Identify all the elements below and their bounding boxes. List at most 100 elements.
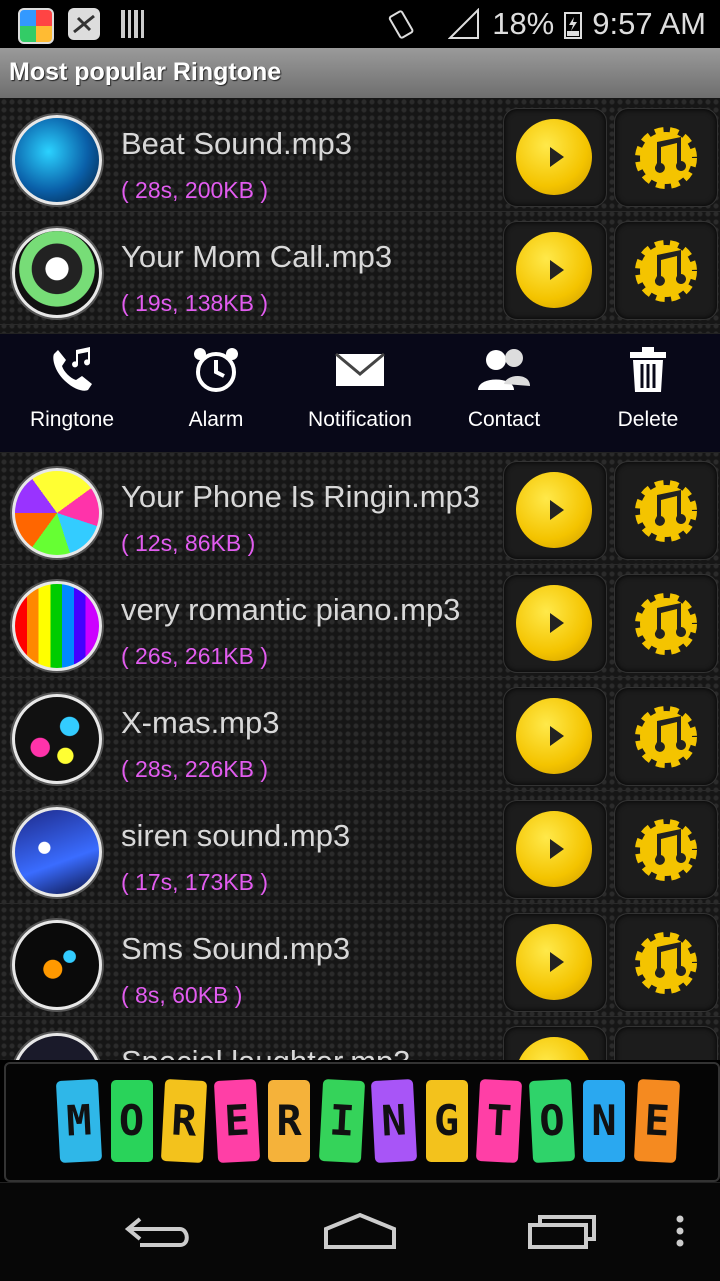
ringtone-info: ( 28s, 200KB ) [121,177,269,203]
ringtone-thumbnail [12,920,102,1010]
banner-letter: O [528,1078,575,1164]
banner-letter: R [160,1078,208,1164]
battery-percent: 18% [492,6,555,41]
ringtone-action-label: Ringtone [29,408,115,431]
music-gear-icon [635,593,697,655]
banner-letter: N [370,1078,418,1164]
play-icon [550,500,564,520]
alarm-action-button[interactable]: Alarm [144,334,288,452]
list-item[interactable]: Your Mom Call.mp3 ( 19s, 138KB ) [0,211,720,325]
contact-action-label: Contact [467,408,541,431]
music-gear-icon [635,706,697,768]
set-ringtone-button[interactable] [614,108,718,207]
play-icon [550,613,564,633]
banner-letter: O [110,1080,153,1162]
music-gear-icon [635,932,697,994]
title-bar: Most popular Ringtone [0,48,720,99]
status-right: 18% 9:57 AM [386,6,706,42]
music-gear-icon [635,819,697,881]
back-icon[interactable] [124,1211,196,1251]
set-ringtone-button[interactable] [614,461,718,560]
ringtone-info: ( 12s, 86KB ) [121,530,256,556]
ringtone-info: ( 19s, 138KB ) [121,290,269,316]
banner-letter: N [583,1080,625,1162]
banner-letter: R [268,1080,310,1162]
banner-letter: I [318,1078,365,1164]
ringtone-info: ( 17s, 173KB ) [121,869,269,895]
app-store-icon [18,8,54,44]
set-ringtone-button[interactable] [614,687,718,786]
clock: 9:57 AM [592,6,706,41]
contact-action-button[interactable]: Contact [432,334,576,452]
alarm-action-label: Alarm [188,408,244,431]
set-ringtone-button[interactable] [614,800,718,899]
banner-letter: M [55,1078,103,1164]
banner-letter: T [475,1078,523,1164]
overflow-menu-icon[interactable] [672,1211,688,1251]
banner-letter: E [213,1078,260,1164]
delete-action-label: Delete [617,408,679,431]
ringtone-name: Your Phone Is Ringin.mp3 [121,479,481,514]
status-bar: 18% 9:57 AM [0,0,720,48]
play-button[interactable] [503,687,607,786]
play-button[interactable] [503,461,607,560]
signal-icon [448,8,480,39]
play-icon [550,260,564,280]
ringtone-name: siren sound.mp3 [121,818,351,853]
set-ringtone-button[interactable] [614,221,718,320]
set-ringtone-button[interactable] [614,913,718,1012]
ringtone-thumbnail [12,115,102,205]
recent-apps-icon[interactable] [526,1211,598,1251]
list-item[interactable]: Special laughter.mp3 [0,1016,720,1060]
play-button[interactable] [503,221,607,320]
list-item[interactable]: X-mas.mp3 ( 28s, 226KB ) [0,677,720,791]
trash-icon [630,347,666,392]
envelope-icon [335,352,385,386]
list-item[interactable]: Your Phone Is Ringin.mp3 ( 12s, 86KB ) [0,451,720,565]
battery-icon [564,12,583,39]
notification-action-label: Notification [308,408,412,431]
music-gear-icon [635,240,697,302]
ringtone-name: Beat Sound.mp3 [121,126,352,161]
play-icon [550,147,564,167]
home-icon[interactable] [322,1211,398,1251]
ringtone-action-bar: Ringtone Alarm Notification Contact Dele… [0,333,720,453]
list-item[interactable]: Beat Sound.mp3 ( 28s, 200KB ) [0,98,720,212]
alarm-clock-icon [194,348,238,392]
play-button[interactable] [503,913,607,1012]
play-button[interactable] [503,800,607,899]
ringtone-thumbnail [12,228,102,318]
page-title: Most popular Ringtone [9,58,282,86]
ringtone-action-button[interactable]: Ringtone [0,334,144,452]
navigation-bar [0,1182,720,1281]
ringtone-list[interactable]: Beat Sound.mp3 ( 28s, 200KB ) Your Mom C… [0,98,720,1060]
notification-action-button[interactable]: Notification [288,334,432,452]
list-item[interactable]: Sms Sound.mp3 ( 8s, 60KB ) [0,903,720,1017]
ringtone-info: ( 8s, 60KB ) [121,982,243,1008]
phone-music-icon [53,347,92,391]
set-ringtone-button[interactable] [614,1026,718,1060]
vibrate-icon [389,10,414,39]
music-gear-icon [635,480,697,542]
ringtone-thumbnail [12,581,102,671]
ringtone-thumbnail [12,694,102,784]
ringtone-name: Your Mom Call.mp3 [121,239,393,274]
more-ringtone-banner[interactable]: MORERINGTONE [4,1062,720,1182]
banner-letter: E [633,1078,680,1164]
delete-action-button[interactable]: Delete [576,334,720,452]
ringtone-info: ( 28s, 226KB ) [121,756,269,782]
ringtone-thumbnail [12,807,102,897]
list-item[interactable]: siren sound.mp3 ( 17s, 173KB ) [0,790,720,904]
play-icon [550,839,564,859]
play-icon [550,952,564,972]
list-item[interactable]: very romantic piano.mp3 ( 26s, 261KB ) [0,564,720,678]
play-button[interactable] [503,574,607,673]
ringtone-name: Special laughter.mp3 [121,1044,411,1060]
play-button[interactable] [503,1026,607,1060]
set-ringtone-button[interactable] [614,574,718,673]
contacts-icon [478,349,530,390]
barcode-icon [118,8,150,40]
ringtone-info: ( 26s, 261KB ) [121,643,269,669]
play-button[interactable] [503,108,607,207]
play-icon [550,726,564,746]
